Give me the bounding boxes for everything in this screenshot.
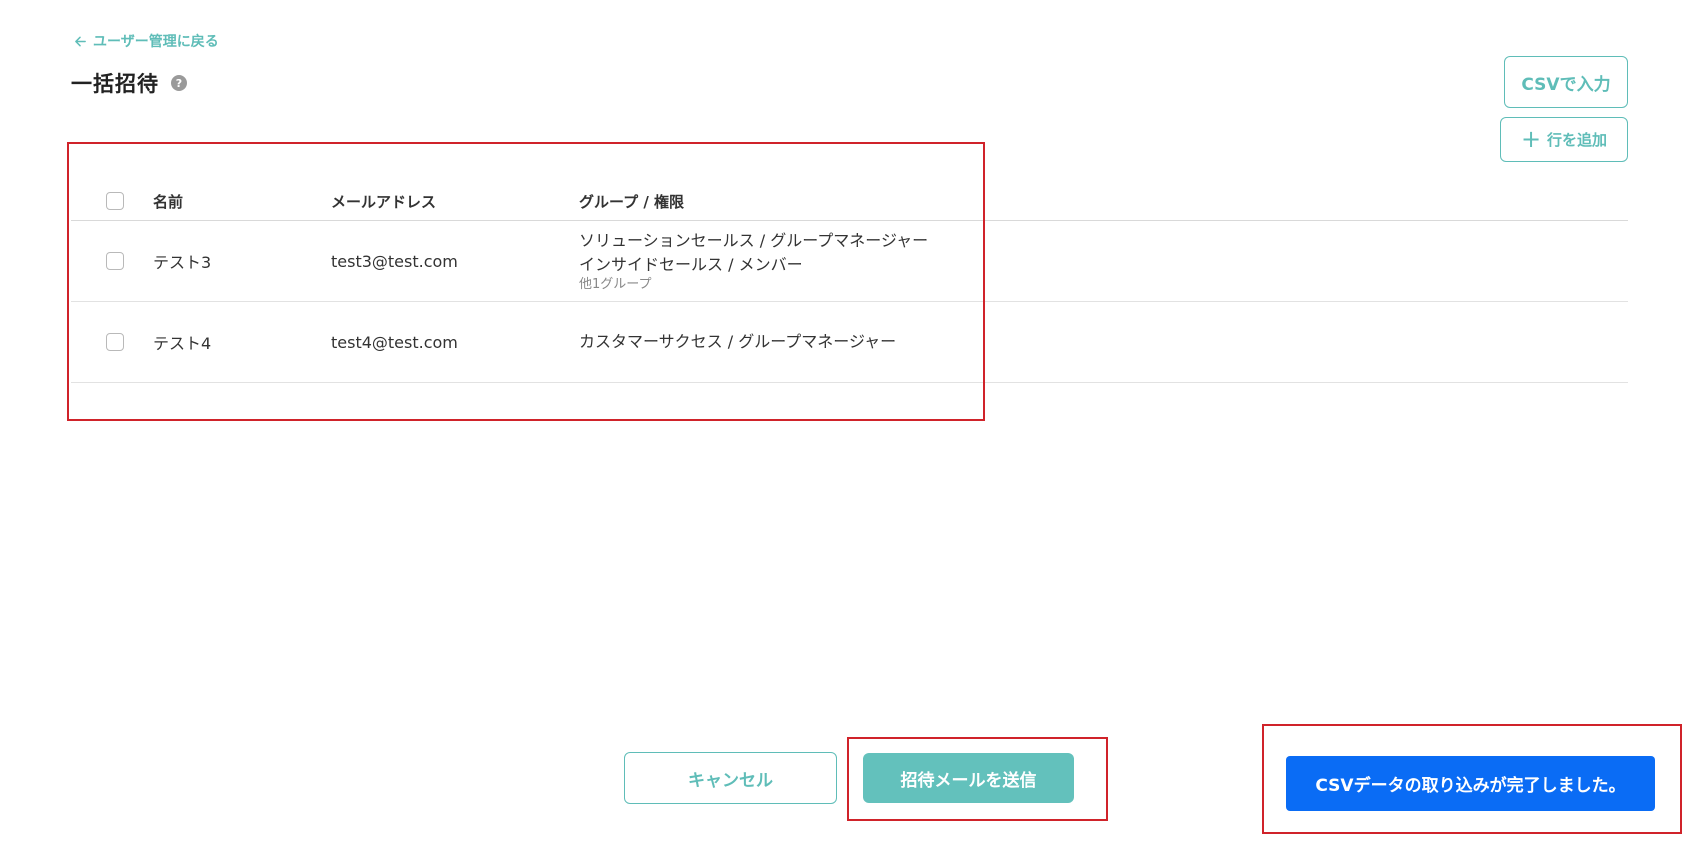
plus-icon: + <box>1520 124 1542 153</box>
toast-message: CSVデータの取り込みが完了しました。 <box>1315 776 1626 796</box>
toast-notification: CSVデータの取り込みが完了しました。 <box>1286 756 1655 811</box>
title-row: 一括招待 ? <box>71 68 187 98</box>
send-invite-button[interactable]: 招待メールを送信 <box>863 753 1074 803</box>
page-title: 一括招待 <box>71 72 159 96</box>
add-row-label: 行を追加 <box>1547 131 1608 149</box>
send-invite-label: 招待メールを送信 <box>900 770 1037 791</box>
help-icon[interactable]: ? <box>171 75 187 91</box>
back-link-label: ユーザー管理に戻る <box>93 34 219 50</box>
csv-input-label: CSVで入力 <box>1521 74 1611 95</box>
cancel-label: キャンセル <box>688 770 773 791</box>
add-row-button[interactable]: + 行を追加 <box>1500 117 1628 162</box>
csv-input-button[interactable]: CSVで入力 <box>1504 56 1628 108</box>
back-link[interactable]: ユーザー管理に戻る <box>74 31 219 51</box>
arrow-left-icon <box>75 36 86 46</box>
cancel-button[interactable]: キャンセル <box>624 752 837 804</box>
highlight-box-table <box>67 142 985 421</box>
